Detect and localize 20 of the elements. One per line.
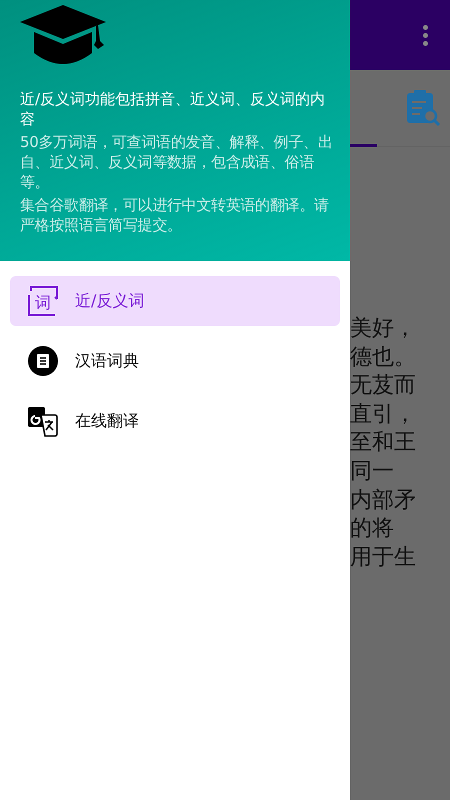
content-text: 至和王 [350,429,417,458]
clipboard-search-icon[interactable] [406,89,440,127]
content-text: 同一 [350,458,395,486]
content-text: 内部矛 [350,486,417,515]
drawer-menu-item[interactable]: 词 近/反义词 [10,276,340,326]
book-icon [27,345,59,377]
graduation-cap-icon [20,5,106,67]
content-text: 用于生 [350,544,417,572]
content-text: 美好， [350,315,417,343]
content-text: 德也。 [350,344,417,372]
drawer-menu-item[interactable]: 在线翻译 [10,396,340,446]
more-options-icon[interactable] [423,24,428,46]
header-description: 集合谷歌翻译，可以进行中文转英语的翻译。请严格按照语言简写提交。 [20,195,330,235]
content-text: 无芨而 [350,372,417,400]
header-description: 50多万词语，可查词语的发音、解释、例子、出自、近义词、反义词等数据，包含成语、俗语等。 [20,132,334,192]
header-title: 近/反义词功能包括拼音、近义词、反义词的内容 [20,89,326,129]
drawer-menu-item[interactable]: 汉语词典 [10,336,340,386]
translate-icon [27,405,59,437]
content-text: 的将 [350,515,395,544]
content-text: 直引， [350,400,417,429]
